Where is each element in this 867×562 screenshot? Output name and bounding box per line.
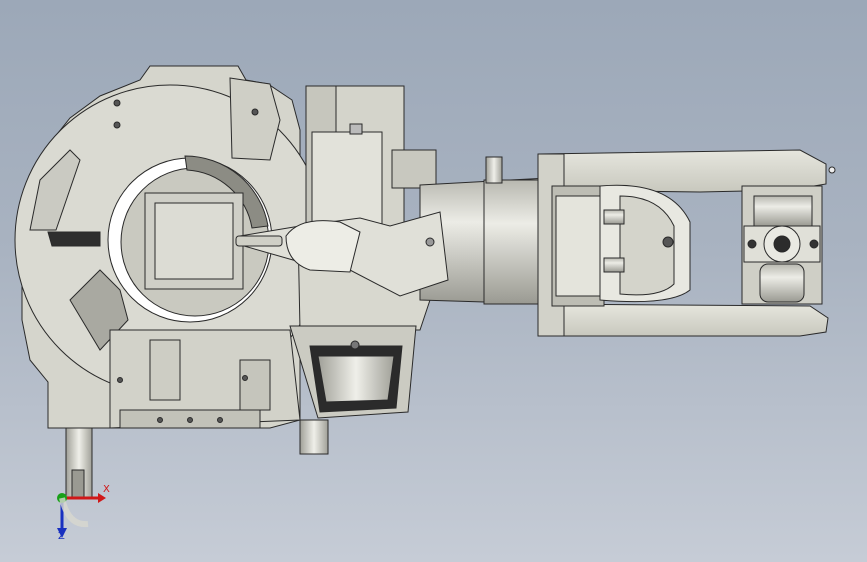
shoulder-housing[interactable] [305,85,437,227]
robot-arm-model[interactable] [0,0,867,562]
robot-base[interactable] [14,65,326,499]
z-axis-label: Z [58,531,65,542]
3d-viewport[interactable]: X Z [0,0,867,562]
x-axis-label: X [103,484,110,495]
forearm-frame[interactable] [537,149,836,337]
coordinate-triad: X Z [48,480,128,550]
